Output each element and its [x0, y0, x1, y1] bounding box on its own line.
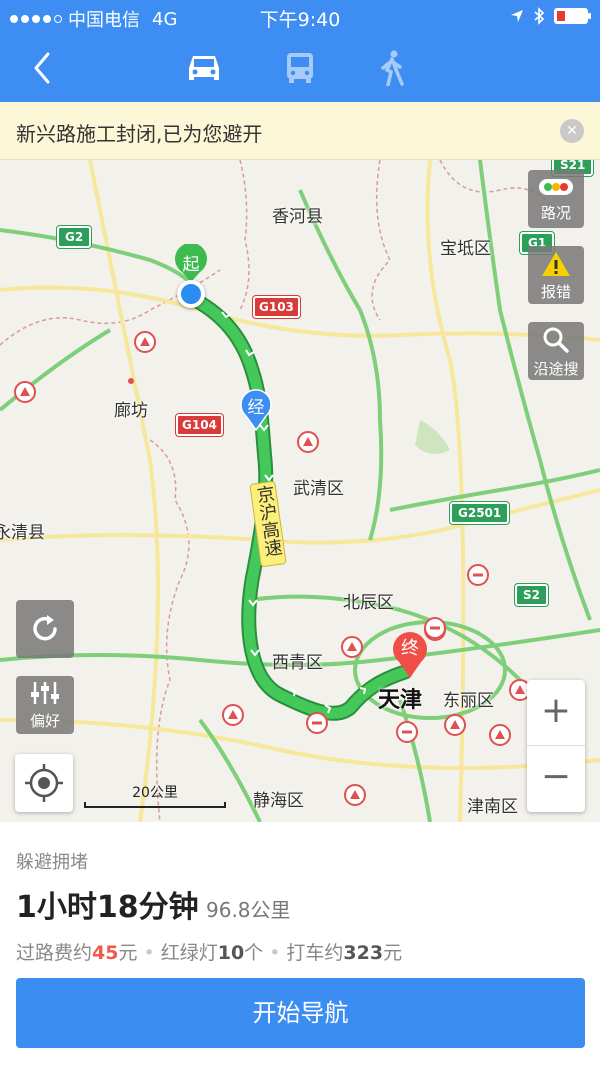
place-label: 东丽区 [443, 691, 494, 711]
walk-icon [381, 50, 404, 86]
scale-bar [84, 802, 226, 808]
toll-unit: 元 [118, 942, 138, 964]
mode-car-tab[interactable] [182, 46, 226, 90]
route-type: 躲避拥堵 [16, 852, 88, 873]
place-label: 香河县 [272, 207, 323, 227]
zoom-controls: + − [527, 680, 585, 812]
via-label: 经 [247, 398, 265, 418]
traffic-button[interactable]: 路况 [528, 170, 584, 228]
warning-icon [542, 252, 570, 276]
end-label: 终 [401, 638, 419, 659]
sliders-icon [31, 682, 59, 704]
place-label: 永清县 [0, 523, 45, 543]
locate-button[interactable] [15, 754, 73, 812]
preference-button[interactable]: 偏好 [16, 676, 74, 734]
lights-unit: 个 [244, 942, 264, 964]
place-label: 西青区 [272, 653, 323, 673]
report-error-button[interactable]: 报错 [528, 246, 584, 304]
lights-value: 10 [217, 942, 245, 964]
battery-icon [554, 8, 591, 24]
notice-close-button[interactable]: ✕ [560, 119, 584, 143]
place-label-city: 天津 [378, 688, 423, 713]
car-icon [189, 56, 219, 80]
map-scale: 20公里 [84, 782, 226, 808]
back-button[interactable] [24, 48, 64, 88]
separator-dot: • [143, 942, 155, 964]
road-shield: G104 [176, 414, 223, 436]
road-shield: G2 [57, 226, 92, 248]
status-right [510, 7, 591, 25]
search-along-button[interactable]: 沿途搜 [528, 322, 584, 380]
report-label: 报错 [540, 283, 571, 301]
taxi-unit: 元 [383, 942, 403, 964]
via-marker[interactable]: 经 [238, 386, 274, 432]
header: 中国电信 4G 下午9:40 [0, 0, 600, 102]
start-navigation-button[interactable]: 开始导航 [16, 978, 585, 1048]
notice-text: 新兴路施工封闭,已为您避开 [16, 122, 263, 146]
zoom-out-button[interactable]: − [527, 746, 585, 812]
mode-bus-tab[interactable] [278, 46, 322, 90]
taxi-value: 323 [343, 942, 384, 964]
preference-label: 偏好 [29, 712, 60, 730]
road-shield: G2501 [450, 502, 510, 524]
refresh-icon [33, 615, 57, 641]
traffic-label: 路况 [540, 204, 571, 222]
refresh-button[interactable] [16, 600, 74, 658]
start-label: 起 [182, 255, 200, 275]
bluetooth-icon [534, 7, 544, 25]
chevron-left-icon [34, 52, 50, 84]
place-label: 静海区 [253, 791, 304, 811]
lights-prefix: 红绿灯 [160, 942, 218, 964]
route-stats: 过路费约45元 • 红绿灯10个 • 打车约323元 [16, 938, 402, 965]
road-shield: S2 [515, 584, 548, 606]
notice-banner: 新兴路施工封闭,已为您避开 ✕ [0, 102, 600, 160]
map-view[interactable]: 香河县 宝坻区 廊坊 武清区 永清县 北辰区 西青区 天津 东丽区 静海区 津南… [0, 160, 600, 822]
route-panel: 躲避拥堵 1小时18分钟 96.8公里 过路费约45元 • 红绿灯10个 • 打车约32… [0, 822, 600, 1068]
road-shield: G103 [253, 296, 300, 318]
bus-icon [287, 53, 313, 83]
zoom-in-button[interactable]: + [527, 680, 585, 746]
close-icon: ✕ [566, 123, 578, 139]
route-duration: 1小时18分钟 [16, 890, 199, 925]
search-along-label: 沿途搜 [533, 360, 579, 378]
location-arrow-icon [511, 10, 523, 22]
mode-walk-tab[interactable] [370, 46, 414, 90]
nav-bar [0, 34, 600, 102]
start-marker[interactable]: 起 [172, 244, 210, 308]
status-bar: 中国电信 4G 下午9:40 [0, 0, 600, 34]
search-icon [543, 327, 569, 353]
toll-prefix: 过路费约 [16, 942, 93, 964]
toll-value: 45 [92, 942, 119, 964]
place-label: 宝坻区 [440, 239, 491, 259]
scale-label: 20公里 [132, 785, 178, 801]
start-point-dot [177, 280, 205, 308]
place-label: 津南区 [467, 797, 518, 817]
place-label: 廊坊 [114, 401, 148, 421]
separator-dot: • [269, 942, 281, 964]
traffic-light-icon [539, 179, 573, 195]
route-distance: 96.8公里 [206, 898, 291, 922]
crosshair-icon [25, 764, 63, 802]
place-label: 北辰区 [343, 593, 394, 613]
end-marker[interactable]: 终 [390, 626, 430, 680]
taxi-prefix: 打车约 [286, 942, 344, 964]
place-label: 武清区 [293, 479, 344, 499]
